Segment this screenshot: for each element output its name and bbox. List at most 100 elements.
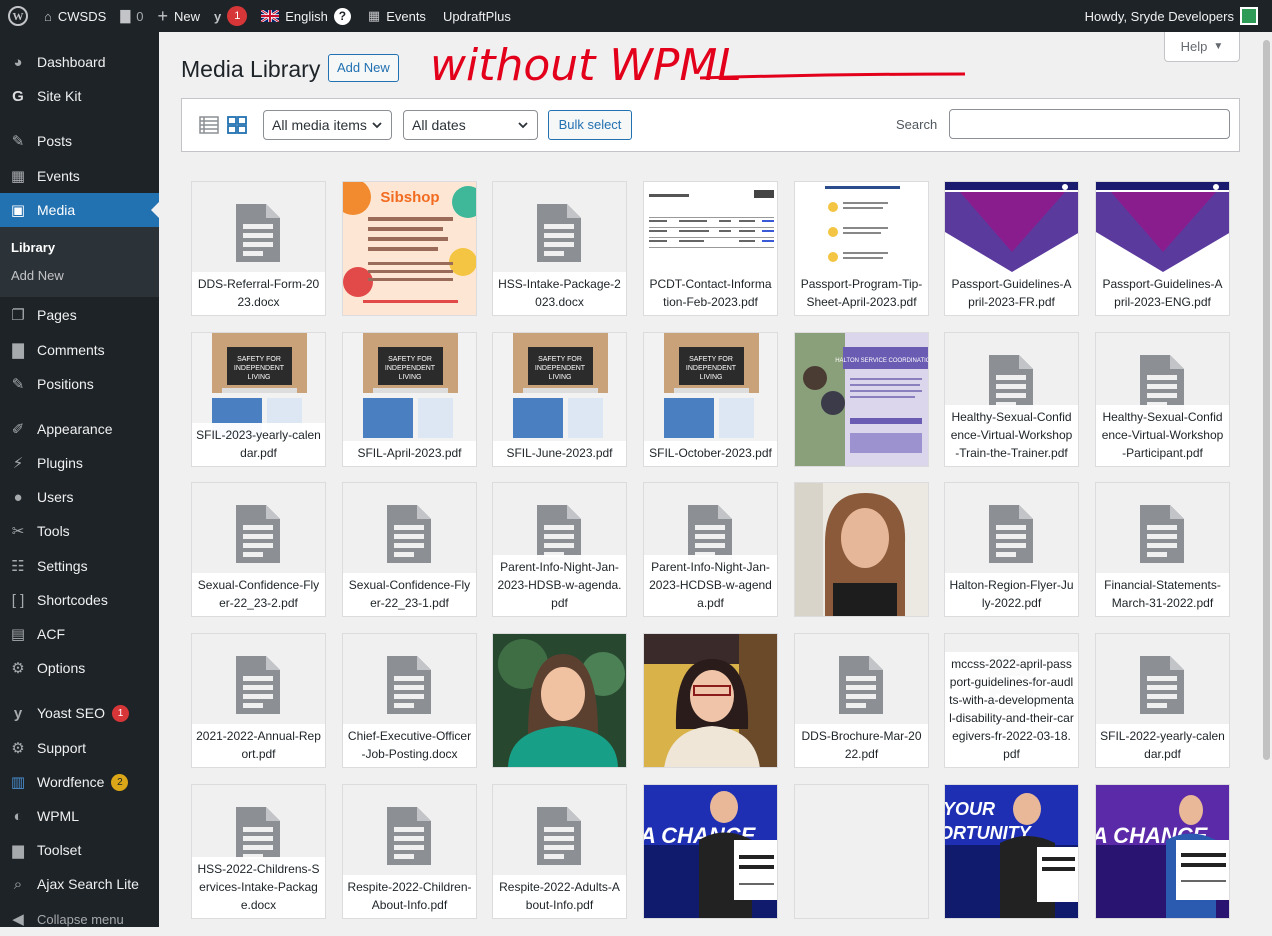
media-item[interactable]: A CHANCE [1095,784,1230,919]
menu-yoast[interactable]: y Yoast SEO 1 [0,696,159,730]
media-item[interactable] [794,482,929,617]
media-item[interactable]: Parent-Info-Night-Jan-2023-HCDSB-w-agend… [643,482,778,617]
media-item[interactable]: 2021-2022-Annual-Report.pdf [191,633,326,768]
yoast-icon: y [214,8,222,24]
media-item[interactable] [794,784,929,919]
yoast-link[interactable]: y 1 [207,0,254,32]
list-view-icon[interactable] [199,114,219,136]
pushpin-icon: ✎ [11,376,25,393]
new-content-link[interactable]: + New [150,0,207,32]
grid-view-icon[interactable] [227,114,247,136]
menu-positions[interactable]: ✎ Positions [0,367,159,401]
media-item[interactable]: SAFETY FOR INDEPENDENT LIVING SFIL-June-202… [492,332,627,467]
submenu-add-new[interactable]: Add New [11,268,64,283]
menu-ajax-search[interactable]: ⌕ Ajax Search Lite [0,867,159,901]
site-name-link[interactable]: ⌂ CWSDS [35,0,113,32]
menu-users[interactable]: ● Users [0,480,159,514]
calendar-icon: ▦ [367,8,381,23]
account-menu[interactable]: Howdy, Sryde Developers [1078,0,1272,32]
add-new-button[interactable]: Add New [328,54,399,82]
media-item[interactable]: DDS-Referral-Form-2023.docx [191,181,326,316]
media-item[interactable]: Passport-Guidelines-April-2023-FR.pdf [944,181,1079,316]
media-item[interactable]: Chief-Executive-Officer-Job-Posting.docx [342,633,477,768]
menu-sitekit[interactable]: G Site Kit [0,79,159,113]
menu-label: Positions [37,376,94,392]
media-item[interactable]: DDS-Brochure-Mar-2022.pdf [794,633,929,768]
menu-acf[interactable]: ▤ ACF [0,617,159,651]
media-submenu: Library Add New [0,227,159,297]
menu-label: Site Kit [37,88,82,104]
media-item[interactable] [492,633,627,768]
comment-icon: ▇ [120,8,131,23]
media-item[interactable]: Respite-2022-Adults-About-Info.pdf [492,784,627,919]
document-icon [236,505,280,563]
media-item[interactable]: mccss-2022-april-passport-guidelines-for… [944,633,1079,768]
media-filename: SFIL-April-2023.pdf [343,441,476,466]
menu-wordfence[interactable]: ▥ Wordfence 2 [0,765,159,799]
dashboard-icon: ◕ [13,53,23,71]
document-icon [387,656,431,714]
media-item[interactable]: Passport-Program-Tip-Sheet-April-2023.pd… [794,181,929,316]
media-item[interactable]: SAFETY FOR INDEPENDENT LIVING SFIL-October-… [643,332,778,467]
menu-settings[interactable]: ☷ Settings [0,549,159,583]
media-filename: Chief-Executive-Officer-Job-Posting.docx [343,724,476,767]
wordpress-logo-icon[interactable]: W [0,0,35,32]
media-item[interactable]: Sexual-Confidence-Flyer-22_23-1.pdf [342,482,477,617]
bulk-select-button[interactable]: Bulk select [548,110,632,140]
menu-comments[interactable]: ▇ Comments [0,333,159,367]
menu-pages[interactable]: ❐ Pages [0,298,159,332]
brackets-icon: [ ] [11,591,25,609]
search-input[interactable] [949,109,1230,139]
date-filter[interactable]: All dates [403,110,538,140]
media-item[interactable]: Financial-Statements-March-31-2022.pdf [1095,482,1230,617]
menu-support[interactable]: ⚙ Support [0,731,159,765]
help-tab-button[interactable]: Help ▼ [1164,32,1240,62]
comments-link[interactable]: ▇ 0 [113,0,150,32]
media-filename: SFIL-June-2023.pdf [493,441,626,466]
menu-events[interactable]: ▦ Events [0,159,159,193]
menu-label: Settings [37,558,88,574]
svg-text:LIVING: LIVING [248,374,271,381]
media-item[interactable]: HSS-2022-Childrens-Services-Intake-Packa… [191,784,326,919]
media-item[interactable]: SAFETY FOR INDEPENDENT LIVING SFIL-2023-yea… [191,332,326,467]
scrollbar-thumb[interactable] [1263,40,1270,760]
collapse-menu-button[interactable]: ◀ Collapse menu [0,902,159,936]
media-item[interactable]: HALTON SERVICE COORDINATION [794,332,929,467]
menu-toolset[interactable]: ▆ Toolset [0,833,159,867]
menu-dashboard[interactable]: ◕ Dashboard [0,45,159,79]
media-item[interactable]: SFIL-2022-yearly-calendar.pdf [1095,633,1230,768]
updraftplus-link[interactable]: UpdraftPlus [433,0,518,32]
media-item[interactable]: Healthy-Sexual-Confidence-Virtual-Worksh… [1095,332,1230,467]
media-item[interactable]: Healthy-Sexual-Confidence-Virtual-Worksh… [944,332,1079,467]
media-item[interactable]: Halton-Region-Flyer-July-2022.pdf [944,482,1079,617]
media-filename: HSS-Intake-Package-2023.docx [493,272,626,315]
menu-plugins[interactable]: ⚡ Plugins [0,446,159,480]
updraftplus-label: UpdraftPlus [442,8,511,24]
menu-appearance[interactable]: ✐ Appearance [0,412,159,446]
media-item[interactable]: PCDT-Contact-Information-Feb-2023.pdf [643,181,778,316]
main-content: Media Library Add New Help ▼ All media it… [159,32,1272,927]
employment-ad-thumbnail: A CHANCE [1096,785,1229,918]
employment-ad-thumbnail: YOURORTUNITY [945,785,1078,918]
media-item[interactable] [643,633,778,768]
media-item[interactable]: A CHANCE [643,784,778,919]
media-item[interactable]: Parent-Info-Night-Jan-2023-HDSB-w-agenda… [492,482,627,617]
events-link[interactable]: ▦ Events [358,0,433,32]
menu-posts[interactable]: ✎ Posts [0,124,159,158]
media-item[interactable]: Sibshop [342,181,477,316]
menu-media[interactable]: ▣ Media [0,193,159,227]
menu-options[interactable]: ⚙ Options [0,651,159,685]
media-filename: Passport-Guidelines-April-2023-ENG.pdf [1096,272,1229,315]
media-item[interactable]: YOUR ORTUNITY [944,784,1079,919]
language-switcher[interactable]: English ? [254,0,358,32]
media-item[interactable]: SAFETY FOR INDEPENDENT LIVING SFIL-April-20… [342,332,477,467]
media-type-filter[interactable]: All media items [263,110,392,140]
media-item[interactable]: Sexual-Confidence-Flyer-22_23-2.pdf [191,482,326,617]
submenu-library[interactable]: Library [11,240,55,255]
menu-wpml[interactable]: ◐ WPML [0,799,159,833]
media-item[interactable]: HSS-Intake-Package-2023.docx [492,181,627,316]
media-item[interactable]: Passport-Guidelines-April-2023-ENG.pdf [1095,181,1230,316]
media-item[interactable]: Respite-2022-Children-About-Info.pdf [342,784,477,919]
menu-tools[interactable]: ✂ Tools [0,514,159,548]
menu-shortcodes[interactable]: [ ] Shortcodes [0,583,159,617]
